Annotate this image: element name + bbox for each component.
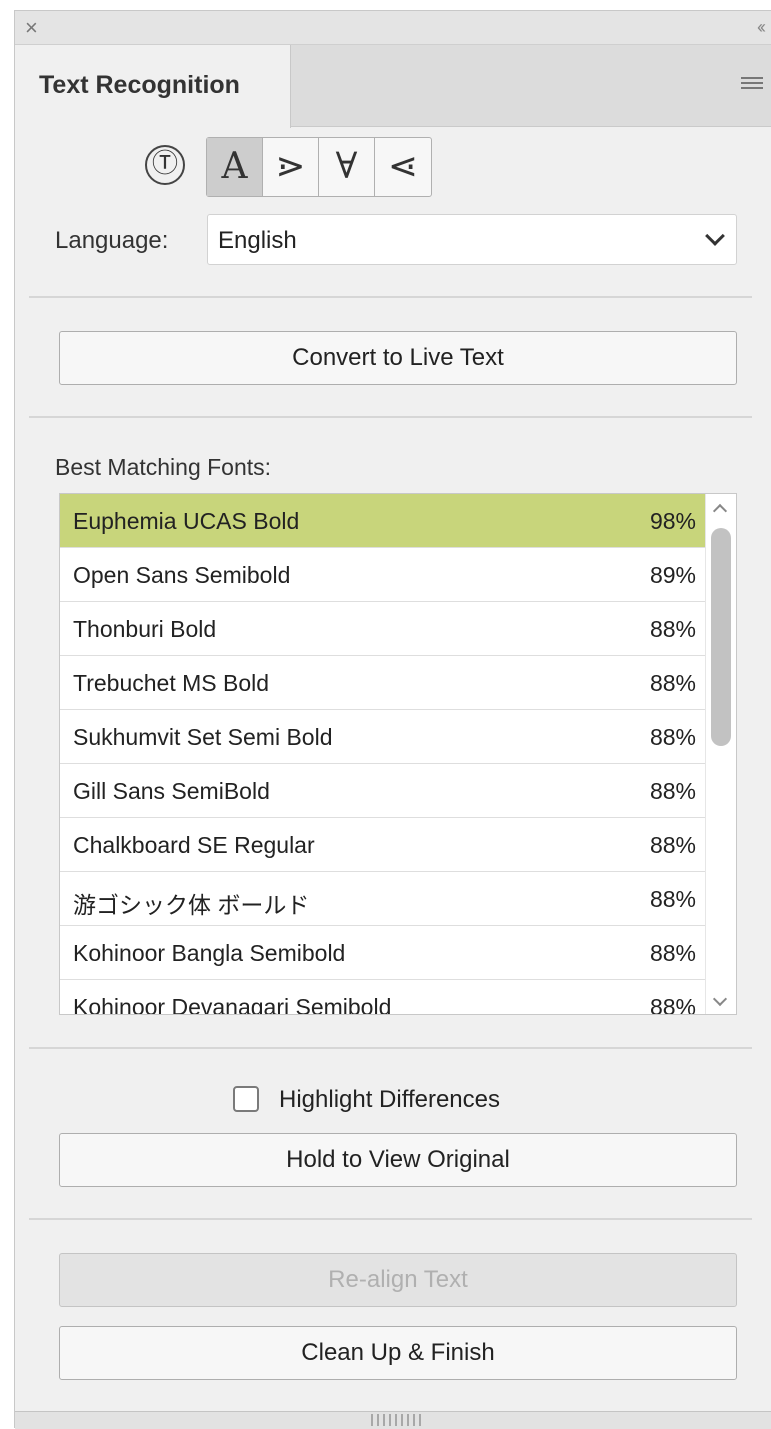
panel-title-bar: × ‹‹ [15, 11, 771, 45]
orientation-left-button[interactable]: ⋖ [375, 138, 431, 196]
hold-to-view-original-button[interactable]: Hold to View Original [59, 1133, 737, 1187]
chevron-down-icon [705, 226, 725, 246]
font-match-percent: 98% [649, 508, 696, 534]
font-match-percent: 88% [649, 886, 696, 912]
font-list-item[interactable]: Open Sans Semibold 89% [60, 548, 706, 602]
font-list-item[interactable]: Gill Sans SemiBold 88% [60, 764, 706, 818]
font-list[interactable]: Euphemia UCAS Bold 98% Open Sans Semibol… [59, 493, 737, 1015]
font-list-item[interactable]: Sukhumvit Set Semi Bold 88% [60, 710, 706, 764]
tab-text-recognition[interactable]: Text Recognition [15, 45, 291, 128]
font-list-item[interactable]: Euphemia UCAS Bold 98% [60, 494, 706, 548]
font-list-item[interactable]: Trebuchet MS Bold 88% [60, 656, 706, 710]
font-name: Gill Sans SemiBold [73, 778, 270, 804]
orientation-upside-down-button[interactable]: ∀ [319, 138, 375, 196]
collapse-panel-icon[interactable]: ‹‹ [757, 17, 766, 37]
language-value: English [218, 227, 297, 254]
scroll-thumb[interactable] [711, 528, 731, 746]
font-match-percent: 88% [649, 778, 696, 804]
orientation-right-button[interactable]: ⋗ [263, 138, 319, 196]
language-select[interactable]: English [207, 214, 737, 265]
font-name: Thonburi Bold [73, 616, 217, 642]
font-name: Kohinoor Devanagari Semibold [73, 994, 392, 1015]
divider [29, 296, 752, 298]
font-name: Euphemia UCAS Bold [73, 508, 300, 534]
divider [29, 1047, 752, 1049]
text-recognition-panel: × ‹‹ Text Recognition Ⓣ A ⋗ ∀ ⋖ Language… [14, 10, 771, 1429]
best-matching-fonts-label: Best Matching Fonts: [55, 454, 272, 480]
font-match-percent: 88% [649, 616, 696, 642]
divider [29, 1218, 752, 1220]
font-list-item[interactable]: 游ゴシック体 ボールド 88% [60, 872, 706, 926]
font-list-item[interactable]: Kohinoor Devanagari Semibold 88% [60, 980, 706, 1015]
close-icon[interactable]: × [25, 17, 38, 39]
ocr-mode-icon[interactable]: Ⓣ [145, 145, 185, 185]
font-list-item[interactable]: Chalkboard SE Regular 88% [60, 818, 706, 872]
font-match-percent: 88% [649, 832, 696, 858]
font-list-scrollbar[interactable] [705, 494, 736, 1014]
scroll-up-icon[interactable] [712, 503, 728, 519]
orientation-segmented-control: A ⋗ ∀ ⋖ [206, 137, 432, 197]
panel-resize-bar[interactable] [15, 1411, 771, 1429]
font-list-item[interactable]: Thonburi Bold 88% [60, 602, 706, 656]
font-match-percent: 88% [649, 994, 696, 1015]
divider [29, 416, 752, 418]
font-name: Open Sans Semibold [73, 562, 291, 588]
font-list-item[interactable]: Kohinoor Bangla Semibold 88% [60, 926, 706, 980]
re-align-text-button[interactable]: Re-align Text [59, 1253, 737, 1307]
font-name: 游ゴシック体 ボールド [73, 892, 310, 918]
highlight-differences-checkbox[interactable] [233, 1086, 259, 1112]
font-match-percent: 88% [649, 724, 696, 750]
convert-to-live-text-button[interactable]: Convert to Live Text [59, 331, 737, 385]
font-match-percent: 89% [649, 562, 696, 588]
font-match-percent: 88% [649, 940, 696, 966]
panel-menu-icon[interactable] [741, 77, 763, 93]
clean-up-finish-button[interactable]: Clean Up & Finish [59, 1326, 737, 1380]
orientation-upright-button[interactable]: A [207, 138, 263, 196]
tab-bar: Text Recognition [15, 45, 771, 128]
font-name: Chalkboard SE Regular [73, 832, 315, 858]
font-name: Kohinoor Bangla Semibold [73, 940, 346, 966]
font-name: Sukhumvit Set Semi Bold [73, 724, 333, 750]
language-label: Language: [55, 227, 169, 254]
resize-grip-icon[interactable] [371, 1414, 423, 1426]
highlight-differences-label[interactable]: Highlight Differences [279, 1086, 500, 1114]
scroll-down-icon[interactable] [712, 991, 728, 1007]
font-name: Trebuchet MS Bold [73, 670, 270, 696]
font-match-percent: 88% [649, 670, 696, 696]
